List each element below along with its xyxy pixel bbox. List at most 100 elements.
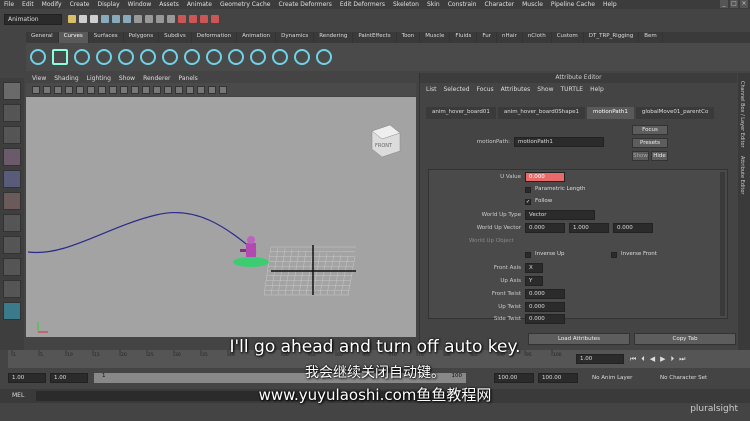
save-icon[interactable] (79, 15, 87, 23)
rotate-tool-icon[interactable] (3, 170, 21, 188)
viewport-menu-lighting[interactable]: Lighting (87, 75, 111, 82)
wireframe-icon[interactable] (153, 85, 161, 94)
shelf-tab-polygons[interactable]: Polygons (124, 32, 160, 43)
ae-tab-anim-hover-board01[interactable]: anim_hover_board01 (426, 107, 496, 119)
select-component-icon[interactable] (123, 15, 131, 23)
shelf-tab-fluids[interactable]: Fluids (450, 32, 478, 43)
inverse-front-checkbox[interactable] (611, 252, 617, 258)
shelf-tab-deformation[interactable]: Deformation (192, 32, 238, 43)
safe-title-icon[interactable] (142, 85, 150, 94)
menu-create-deformers[interactable]: Create Deformers (278, 1, 331, 8)
scale-tool-icon[interactable] (3, 192, 21, 210)
menu-edit[interactable]: Edit (22, 1, 34, 8)
viewport-menu-show[interactable]: Show (119, 75, 135, 82)
shelf-tab-dynamics[interactable]: Dynamics (276, 32, 315, 43)
gate-mask-icon[interactable] (109, 85, 117, 94)
insert-knot-icon[interactable] (206, 49, 222, 65)
folder-icon[interactable] (68, 15, 76, 23)
ae-menu-turtle[interactable]: TURTLE (560, 86, 583, 93)
xray-icon[interactable] (208, 85, 216, 94)
viewport-menu-renderer[interactable]: Renderer (143, 75, 170, 82)
arc-tool-icon[interactable] (140, 49, 156, 65)
menu-animate[interactable]: Animate (187, 1, 212, 8)
menu-display[interactable]: Display (98, 1, 120, 8)
world-up-vector-x[interactable]: 0.000 (525, 223, 565, 233)
ae-scrollbar[interactable] (720, 172, 725, 316)
ep-curve-icon[interactable] (96, 49, 112, 65)
render-icon[interactable] (189, 15, 197, 23)
motionpath-field[interactable]: motionPath1 (514, 137, 604, 147)
viewport-menu-panels[interactable]: Panels (178, 75, 197, 82)
ae-menu-focus[interactable]: Focus (477, 86, 494, 93)
minimize-icon[interactable]: _ (720, 0, 728, 8)
parametric-length-checkbox[interactable] (525, 187, 531, 193)
shadows-icon[interactable] (197, 85, 205, 94)
ae-tab-globalmove01-parentco[interactable]: globalMove01_parentCo (635, 107, 715, 119)
menu-constrain[interactable]: Constrain (448, 1, 477, 8)
menu-skeleton[interactable]: Skeleton (393, 1, 419, 8)
shelf-tab-rendering[interactable]: Rendering (314, 32, 354, 43)
menu-help[interactable]: Help (603, 1, 617, 8)
snap-plane-icon[interactable] (167, 15, 175, 23)
ae-tab-anim-hover-board0shape1[interactable]: anim_hover_board0Shape1 (497, 107, 585, 119)
extend-curve-icon[interactable] (228, 49, 244, 65)
snap-point-icon[interactable] (156, 15, 164, 23)
close-icon[interactable]: × (740, 0, 748, 8)
resolution-gate-icon[interactable] (98, 85, 106, 94)
shelf-tab-general[interactable]: General (26, 32, 59, 43)
select-hierarchy-icon[interactable] (101, 15, 109, 23)
isolate-icon[interactable] (219, 85, 227, 94)
hoverboard-character[interactable] (233, 236, 269, 267)
cv-curve-icon[interactable] (74, 49, 90, 65)
viewport-menu-view[interactable]: View (32, 75, 46, 82)
open-icon[interactable] (90, 15, 98, 23)
bookmark-icon[interactable] (54, 85, 62, 94)
film-gate-icon[interactable] (87, 85, 95, 94)
channel-box-tab[interactable]: Channel Box / Layer Editor (739, 81, 745, 148)
world-up-vector-z[interactable]: 0.000 (613, 223, 653, 233)
circle-curve-icon[interactable] (30, 49, 46, 65)
menu-assets[interactable]: Assets (159, 1, 179, 8)
shelf-tab-painteffects[interactable]: PaintEffects (353, 32, 397, 43)
camera-icon[interactable] (32, 85, 40, 94)
history-icon[interactable] (178, 15, 186, 23)
presets-button[interactable]: Presets (632, 138, 668, 148)
menu-modify[interactable]: Modify (42, 1, 62, 8)
square-curve-icon[interactable] (52, 49, 68, 65)
shelf-tab-curves[interactable]: Curves (58, 32, 89, 43)
menu-pipeline-cache[interactable]: Pipeline Cache (551, 1, 595, 8)
shelf-tab-subdivs[interactable]: Subdivs (159, 32, 192, 43)
camera-attr-icon[interactable] (43, 85, 51, 94)
ae-menu-show[interactable]: Show (537, 86, 553, 93)
hide-button[interactable]: Hide (651, 151, 668, 161)
menu-skin[interactable]: Skin (427, 1, 440, 8)
safe-action-icon[interactable] (131, 85, 139, 94)
detach-curves-icon[interactable] (184, 49, 200, 65)
shelf-tab-fur[interactable]: Fur (477, 32, 498, 43)
curve-tool-icon[interactable] (3, 214, 21, 232)
shelf-tab-bem[interactable]: Bem (639, 32, 663, 43)
menu-character[interactable]: Character (485, 1, 515, 8)
shelf-tab-dt-trp-rigging[interactable]: DT_TRP_Rigging (584, 32, 640, 43)
add-points-icon[interactable] (294, 49, 310, 65)
up-twist-field[interactable]: 0.000 (525, 302, 565, 312)
inverse-up-checkbox[interactable] (525, 252, 531, 258)
attribute-editor-tab[interactable]: Attribute Editor (739, 156, 745, 194)
focus-button[interactable]: Focus (632, 125, 668, 135)
shelf-tab-nhair[interactable]: nHair (497, 32, 523, 43)
viewport-menu-shading[interactable]: Shading (54, 75, 78, 82)
move-tool-icon[interactable] (3, 148, 21, 166)
u-value-field[interactable]: 0.000 (525, 172, 565, 182)
four-view-icon[interactable] (3, 258, 21, 276)
ae-menu-selected[interactable]: Selected (444, 86, 470, 93)
shelf-tab-surfaces[interactable]: Surfaces (89, 32, 124, 43)
ipr-render-icon[interactable] (200, 15, 208, 23)
shelf-tab-animation[interactable]: Animation (237, 32, 277, 43)
field-chart-icon[interactable] (120, 85, 128, 94)
hypershade-icon[interactable] (3, 302, 21, 320)
ae-menu-help[interactable]: Help (590, 86, 604, 93)
attach-curves-icon[interactable] (162, 49, 178, 65)
image-plane-icon[interactable] (65, 85, 73, 94)
maximize-icon[interactable]: □ (730, 0, 738, 8)
shelf-tab-custom[interactable]: Custom (552, 32, 584, 43)
